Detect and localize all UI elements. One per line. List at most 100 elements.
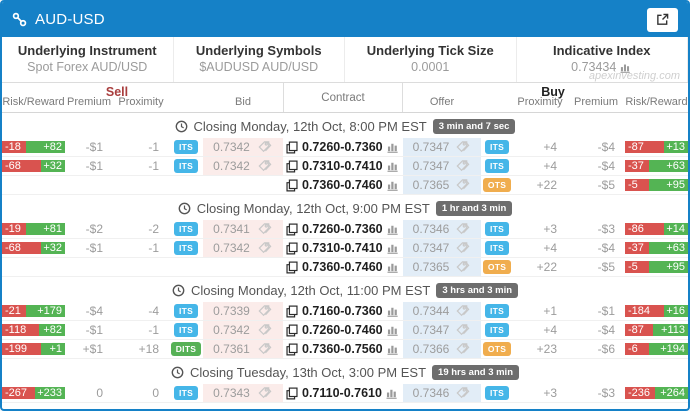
tags-icon[interactable] xyxy=(256,222,273,237)
bar-chart-icon[interactable] xyxy=(387,324,400,336)
buy-risk-reward-cell: -86 +14 xyxy=(625,220,688,238)
sell-risk-reward-cell: -267 +233 xyxy=(2,384,65,402)
offer-cell[interactable]: 0.7346 xyxy=(403,384,481,402)
popout-button[interactable] xyxy=(647,8,678,32)
bar-chart-icon[interactable] xyxy=(387,343,400,355)
buy-risk-value: -37 xyxy=(625,160,649,172)
tags-icon[interactable] xyxy=(256,159,273,174)
instrument-panel: AUD-USD Underlying Instrument Spot Forex… xyxy=(0,0,690,411)
contract-range: 0.7110-0.7610 xyxy=(302,386,382,400)
tags-icon[interactable] xyxy=(454,178,471,193)
contract-cell[interactable]: 0.7260-0.7460 xyxy=(283,321,403,339)
buy-status-cell: ITS xyxy=(481,321,513,339)
sell-status-badge: ITS xyxy=(174,323,198,337)
sell-reward-value: +233 xyxy=(35,387,65,399)
offer-cell[interactable]: 0.7347 xyxy=(403,157,481,175)
contract-row: -21 +179 -$4 -4 ITS 0.7339 0.7160-0.7360… xyxy=(2,302,688,321)
bid-cell[interactable] xyxy=(203,176,283,194)
offer-cell[interactable]: 0.7365 xyxy=(403,258,481,276)
bar-chart-icon[interactable] xyxy=(387,179,400,191)
tags-icon[interactable] xyxy=(256,304,273,319)
bid-cell[interactable]: 0.7343 xyxy=(203,384,283,402)
bid-cell[interactable]: 0.7342 xyxy=(203,321,283,339)
contract-row: -118 +82 -$1 -1 ITS 0.7342 0.7260-0.7460… xyxy=(2,321,688,340)
bar-chart-icon[interactable] xyxy=(387,242,400,254)
contract-cell[interactable]: 0.7310-0.7410 xyxy=(283,239,403,257)
tags-icon[interactable] xyxy=(256,241,273,256)
buy-premium-cell: -$3 xyxy=(567,220,625,238)
contract-cell[interactable]: 0.7260-0.7360 xyxy=(283,220,403,238)
tags-icon[interactable] xyxy=(256,386,273,401)
col-sell-risk-reward: Risk/Reward xyxy=(2,83,65,112)
buy-reward-value: +95 xyxy=(649,261,688,273)
contract-cell[interactable]: 0.7160-0.7360 xyxy=(283,302,403,320)
bid-cell[interactable]: 0.7342 xyxy=(203,138,283,156)
sell-risk-reward-cell: -118 +82 xyxy=(2,321,65,339)
copy-icon[interactable] xyxy=(286,242,298,255)
copy-icon[interactable] xyxy=(286,179,298,192)
bar-chart-icon[interactable] xyxy=(387,160,400,172)
contract-cell[interactable]: 0.7360-0.7460 xyxy=(283,176,403,194)
bid-cell[interactable]: 0.7342 xyxy=(203,157,283,175)
buy-reward-value: +194 xyxy=(649,343,688,355)
offer-cell[interactable]: 0.7366 xyxy=(403,340,481,358)
bid-cell[interactable]: 0.7361 xyxy=(203,340,283,358)
tags-icon[interactable] xyxy=(454,222,471,237)
tags-icon[interactable] xyxy=(454,342,471,357)
contract-cell[interactable]: 0.7360-0.7460 xyxy=(283,258,403,276)
sell-proximity-cell xyxy=(113,176,169,194)
bid-cell[interactable]: 0.7339 xyxy=(203,302,283,320)
tags-icon[interactable] xyxy=(454,304,471,319)
tags-icon[interactable] xyxy=(454,241,471,256)
bar-chart-icon[interactable] xyxy=(386,387,399,399)
copy-icon[interactable] xyxy=(286,141,298,154)
bid-cell[interactable]: 0.7341 xyxy=(203,220,283,238)
bar-chart-icon[interactable] xyxy=(387,141,400,153)
buy-risk-value: -5 xyxy=(625,179,649,191)
offer-cell[interactable]: 0.7347 xyxy=(403,239,481,257)
copy-icon[interactable] xyxy=(286,160,298,173)
expiry-title: Closing Tuesday, 13th Oct, 3:00 PM EST xyxy=(190,365,426,380)
bar-chart-icon[interactable] xyxy=(387,305,400,317)
tags-icon[interactable] xyxy=(454,260,471,275)
bar-chart-icon[interactable] xyxy=(387,261,400,273)
contract-cell[interactable]: 0.7360-0.7560 xyxy=(283,340,403,358)
sell-risk-reward-cell: -68 +32 xyxy=(2,157,65,175)
contract-cell[interactable]: 0.7110-0.7610 xyxy=(283,384,403,402)
sell-reward-value: +82 xyxy=(26,141,65,153)
buy-status-cell: ITS xyxy=(481,239,513,257)
bid-cell[interactable]: 0.7342 xyxy=(203,239,283,257)
tags-icon[interactable] xyxy=(454,159,471,174)
bid-value: 0.7342 xyxy=(213,159,250,173)
copy-icon[interactable] xyxy=(286,261,298,274)
contract-cell[interactable]: 0.7310-0.7410 xyxy=(283,157,403,175)
tags-icon[interactable] xyxy=(454,323,471,338)
offer-cell[interactable]: 0.7365 xyxy=(403,176,481,194)
sell-risk-reward-cell: -19 +81 xyxy=(2,220,65,238)
sell-proximity-cell: -2 xyxy=(113,220,169,238)
sell-risk-reward-cell xyxy=(2,176,65,194)
copy-icon[interactable] xyxy=(286,324,298,337)
offer-cell[interactable]: 0.7344 xyxy=(403,302,481,320)
tags-icon[interactable] xyxy=(256,342,273,357)
offer-cell[interactable]: 0.7347 xyxy=(403,321,481,339)
tags-icon[interactable] xyxy=(256,140,273,155)
sell-premium-cell xyxy=(65,258,113,276)
offer-cell[interactable]: 0.7347 xyxy=(403,138,481,156)
contract-cell[interactable]: 0.7260-0.7360 xyxy=(283,138,403,156)
buy-proximity-cell: +4 xyxy=(513,321,567,339)
col-sell-status xyxy=(169,83,203,112)
bid-cell[interactable] xyxy=(203,258,283,276)
buy-status-badge: ITS xyxy=(485,140,509,154)
copy-icon[interactable] xyxy=(286,387,298,400)
copy-icon[interactable] xyxy=(286,343,298,356)
copy-icon[interactable] xyxy=(286,223,298,236)
tags-icon[interactable] xyxy=(454,386,471,401)
bid-value: 0.7341 xyxy=(213,222,250,236)
bar-chart-icon[interactable] xyxy=(387,223,400,235)
offer-cell[interactable]: 0.7346 xyxy=(403,220,481,238)
tags-icon[interactable] xyxy=(256,323,273,338)
tags-icon[interactable] xyxy=(454,140,471,155)
copy-icon[interactable] xyxy=(286,305,298,318)
buy-risk-reward-cell: -5 +95 xyxy=(625,176,688,194)
